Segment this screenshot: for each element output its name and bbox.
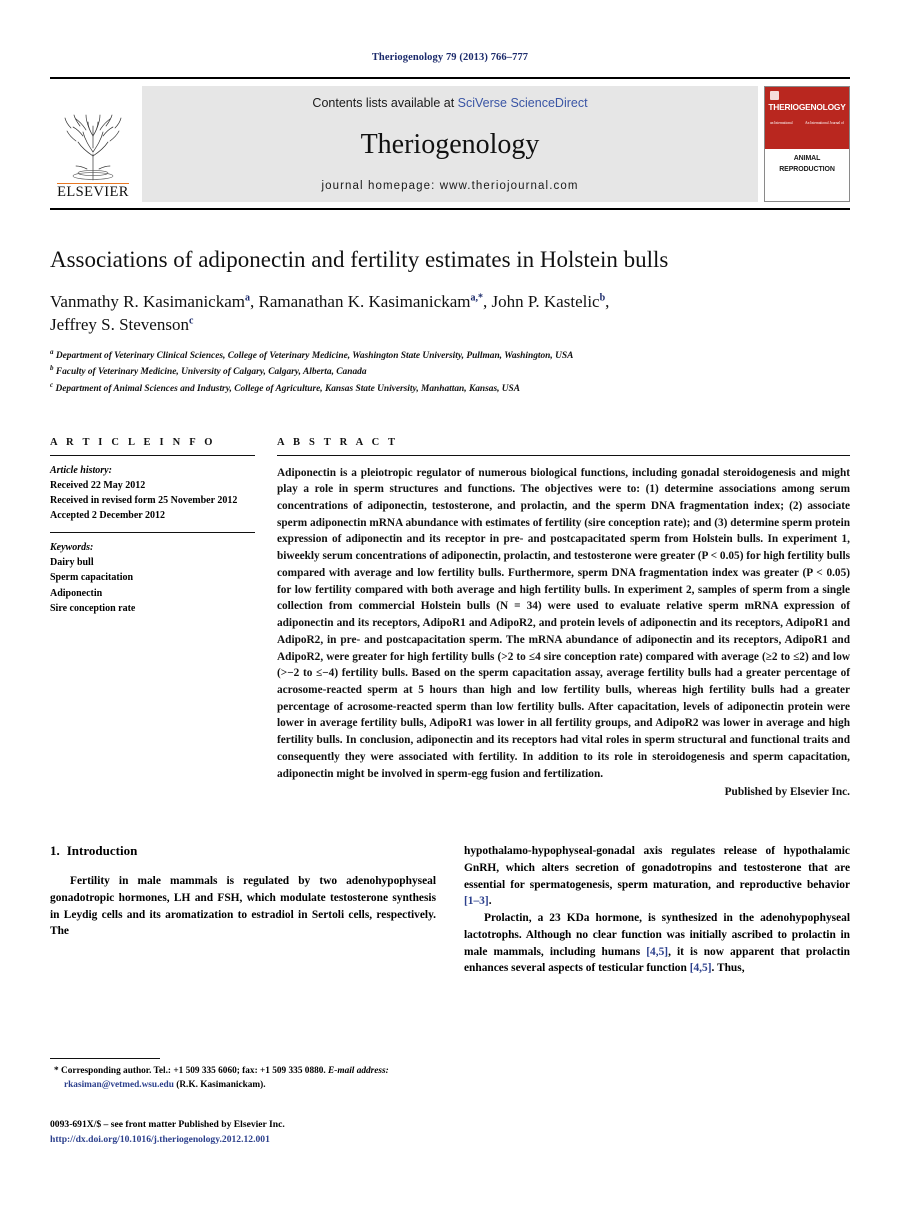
journal-homepage-link[interactable]: journal homepage: www.theriojournal.com xyxy=(321,180,578,192)
affiliation-a-text: Department of Veterinary Clinical Scienc… xyxy=(55,350,574,361)
cover-line-reproduction: REPRODUCTION xyxy=(779,166,835,174)
cover-journal-title: THERIOGENOLOGY xyxy=(768,102,846,112)
author-3-affil-marker: b xyxy=(599,291,606,303)
email-owner: (R.K. Kasimanickam). xyxy=(176,1079,266,1090)
article-info-heading: A R T I C L E I N F O xyxy=(50,436,216,448)
cover-top-panel: THERIOGENOLOGY an International An Inter… xyxy=(765,87,849,149)
affiliation-b: b Faculty of Veterinary Medicine, Univer… xyxy=(50,363,850,380)
abstract-text: Adiponectin is a pleiotropic regulator o… xyxy=(277,466,850,780)
history-received: Received 22 May 2012 xyxy=(50,479,146,491)
cover-subtitle-row: an International An International Journa… xyxy=(768,121,846,125)
body-column-right: hypothalamo-hypophyseal-gonadal axis reg… xyxy=(464,843,850,977)
intro-p1-end: . xyxy=(488,895,492,908)
affiliation-c-text: Department of Animal Sciences and Indust… xyxy=(55,384,521,395)
intro-p2-c: . Thus, xyxy=(711,962,745,975)
journal-band: Contents lists available at SciVerse Sci… xyxy=(142,86,758,202)
history-accepted: Accepted 2 December 2012 xyxy=(50,509,166,521)
issn-front-matter: 0093-691X/$ – see front matter Published… xyxy=(50,1119,285,1130)
corresponding-author-text: Corresponding author. Tel.: +1 509 335 6… xyxy=(60,1066,326,1076)
copyright-block: 0093-691X/$ – see front matter Published… xyxy=(50,1118,470,1148)
citation-ref-4-5-first[interactable]: [4,5] xyxy=(646,946,668,958)
footnote-divider xyxy=(50,1058,160,1059)
affiliation-c: c Department of Animal Sciences and Indu… xyxy=(50,380,850,397)
corresponding-marker: * xyxy=(54,1066,59,1076)
author-list: Vanmathy R. Kasimanickama, Ramanathan K.… xyxy=(50,291,610,335)
email-link[interactable]: rkasiman@vetmed.wsu.edu xyxy=(64,1080,174,1090)
author-1-affil-marker: a xyxy=(245,291,250,303)
running-head: Theriogenology 79 (2013) 766–777 xyxy=(371,52,529,63)
elsevier-tree-icon xyxy=(64,114,122,181)
body-column-left: 1. Introduction Fertility in male mammals… xyxy=(50,843,436,977)
journal-masthead: ELSEVIER Contents lists available at Sci… xyxy=(50,77,850,210)
keyword-item: Adiponectin xyxy=(50,587,103,599)
elsevier-logo: ELSEVIER xyxy=(50,86,136,202)
paper-page: Theriogenology 79 (2013) 766–777 ELSEVIE… xyxy=(0,0,900,1230)
journal-cover-thumbnail: THERIOGENOLOGY an International An Inter… xyxy=(764,86,850,202)
intro-paragraph-2: Prolactin, a 23 KDa hormone, is synthesi… xyxy=(464,910,850,977)
section-title: Introduction xyxy=(66,842,138,858)
keyword-item: Sire conception rate xyxy=(50,602,136,614)
contents-available-line: Contents lists available at SciVerse Sci… xyxy=(312,96,587,110)
keywords-group: Keywords: Dairy bull Sperm capacitation … xyxy=(50,533,255,625)
section-number: 1. xyxy=(50,842,60,858)
elsevier-wordmark: ELSEVIER xyxy=(57,182,129,200)
affiliation-a-marker: a xyxy=(50,347,54,356)
journal-title: Theriogenology xyxy=(360,129,540,160)
doi-link[interactable]: http://dx.doi.org/10.1016/j.theriogenolo… xyxy=(50,1133,470,1148)
corresponding-author-footnote: * Corresponding author. Tel.: +1 509 335… xyxy=(50,1065,435,1093)
affiliation-b-marker: b xyxy=(50,364,54,373)
keyword-item: Sperm capacitation xyxy=(50,572,134,584)
sciencedirect-link[interactable]: SciVerse ScienceDirect xyxy=(458,96,588,110)
keywords-label: Keywords: xyxy=(50,542,94,554)
author-2-affil-marker: a,* xyxy=(470,291,483,303)
citation-ref-1-3[interactable]: [1–3] xyxy=(464,895,489,907)
article-info-column: A R T I C L E I N F O Article history: R… xyxy=(50,437,255,801)
article-history-label: Article history: xyxy=(50,464,112,476)
intro-paragraph-1-cont: hypothalamo-hypophyseal-gonadal axis reg… xyxy=(464,843,850,910)
cover-bottom-panel: ANIMAL REPRODUCTION xyxy=(765,149,849,201)
intro-p1-cont-text: hypothalamo-hypophyseal-gonadal axis reg… xyxy=(464,844,850,891)
email-address-label: E-mail address: xyxy=(328,1066,389,1076)
body-two-columns: 1. Introduction Fertility in male mammals… xyxy=(50,843,850,977)
affiliation-b-text: Faculty of Veterinary Medicine, Universi… xyxy=(55,367,367,378)
affiliation-a: a Department of Veterinary Clinical Scie… xyxy=(50,347,850,364)
citation-ref-4-5-second[interactable]: [4,5] xyxy=(690,962,712,974)
info-abstract-section: A R T I C L E I N F O Article history: R… xyxy=(50,437,850,801)
author-4-affil-marker: c xyxy=(188,315,194,327)
article-history-group: Article history: Received 22 May 2012 Re… xyxy=(50,456,255,533)
intro-paragraph-1-left: Fertility in male mammals is regulated b… xyxy=(50,874,436,938)
author-3: John P. Kastelic xyxy=(491,291,600,311)
author-2: Ramanathan K. Kasimanickam xyxy=(258,291,471,311)
history-revised: Received in revised form 25 November 201… xyxy=(50,494,238,506)
cover-right-tag: An International Journal of xyxy=(804,121,844,126)
page-title: Associations of adiponectin and fertilit… xyxy=(50,247,669,272)
cover-left-tag: an International xyxy=(770,121,793,126)
affiliation-c-marker: c xyxy=(50,380,54,389)
section-heading-introduction: 1. Introduction xyxy=(50,843,436,859)
abstract-body: Adiponectin is a pleiotropic regulator o… xyxy=(277,456,850,801)
abstract-column: A B S T R A C T Adiponectin is a pleiotr… xyxy=(277,437,850,801)
author-1: Vanmathy R. Kasimanickam xyxy=(50,291,245,311)
abstract-heading: A B S T R A C T xyxy=(277,436,399,448)
keyword-item: Dairy bull xyxy=(50,557,94,569)
abstract-publisher-statement: Published by Elsevier Inc. xyxy=(724,786,850,799)
author-4: Jeffrey S. Stevenson xyxy=(50,315,189,335)
cover-emblem-icon xyxy=(770,91,779,100)
cover-line-animal: ANIMAL xyxy=(793,155,821,162)
article-title-block: Associations of adiponectin and fertilit… xyxy=(50,246,850,397)
footnote-block: * Corresponding author. Tel.: +1 509 335… xyxy=(50,1058,435,1093)
contents-prefix: Contents lists available at xyxy=(312,96,458,110)
